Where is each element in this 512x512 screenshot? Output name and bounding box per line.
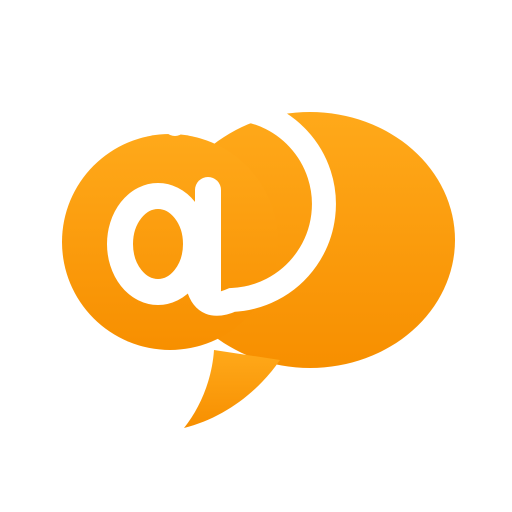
bubble-left-lobe [62, 134, 278, 350]
app-icon [0, 0, 512, 512]
bubble-tail [184, 350, 280, 428]
speech-bubble-icon [62, 96, 455, 428]
